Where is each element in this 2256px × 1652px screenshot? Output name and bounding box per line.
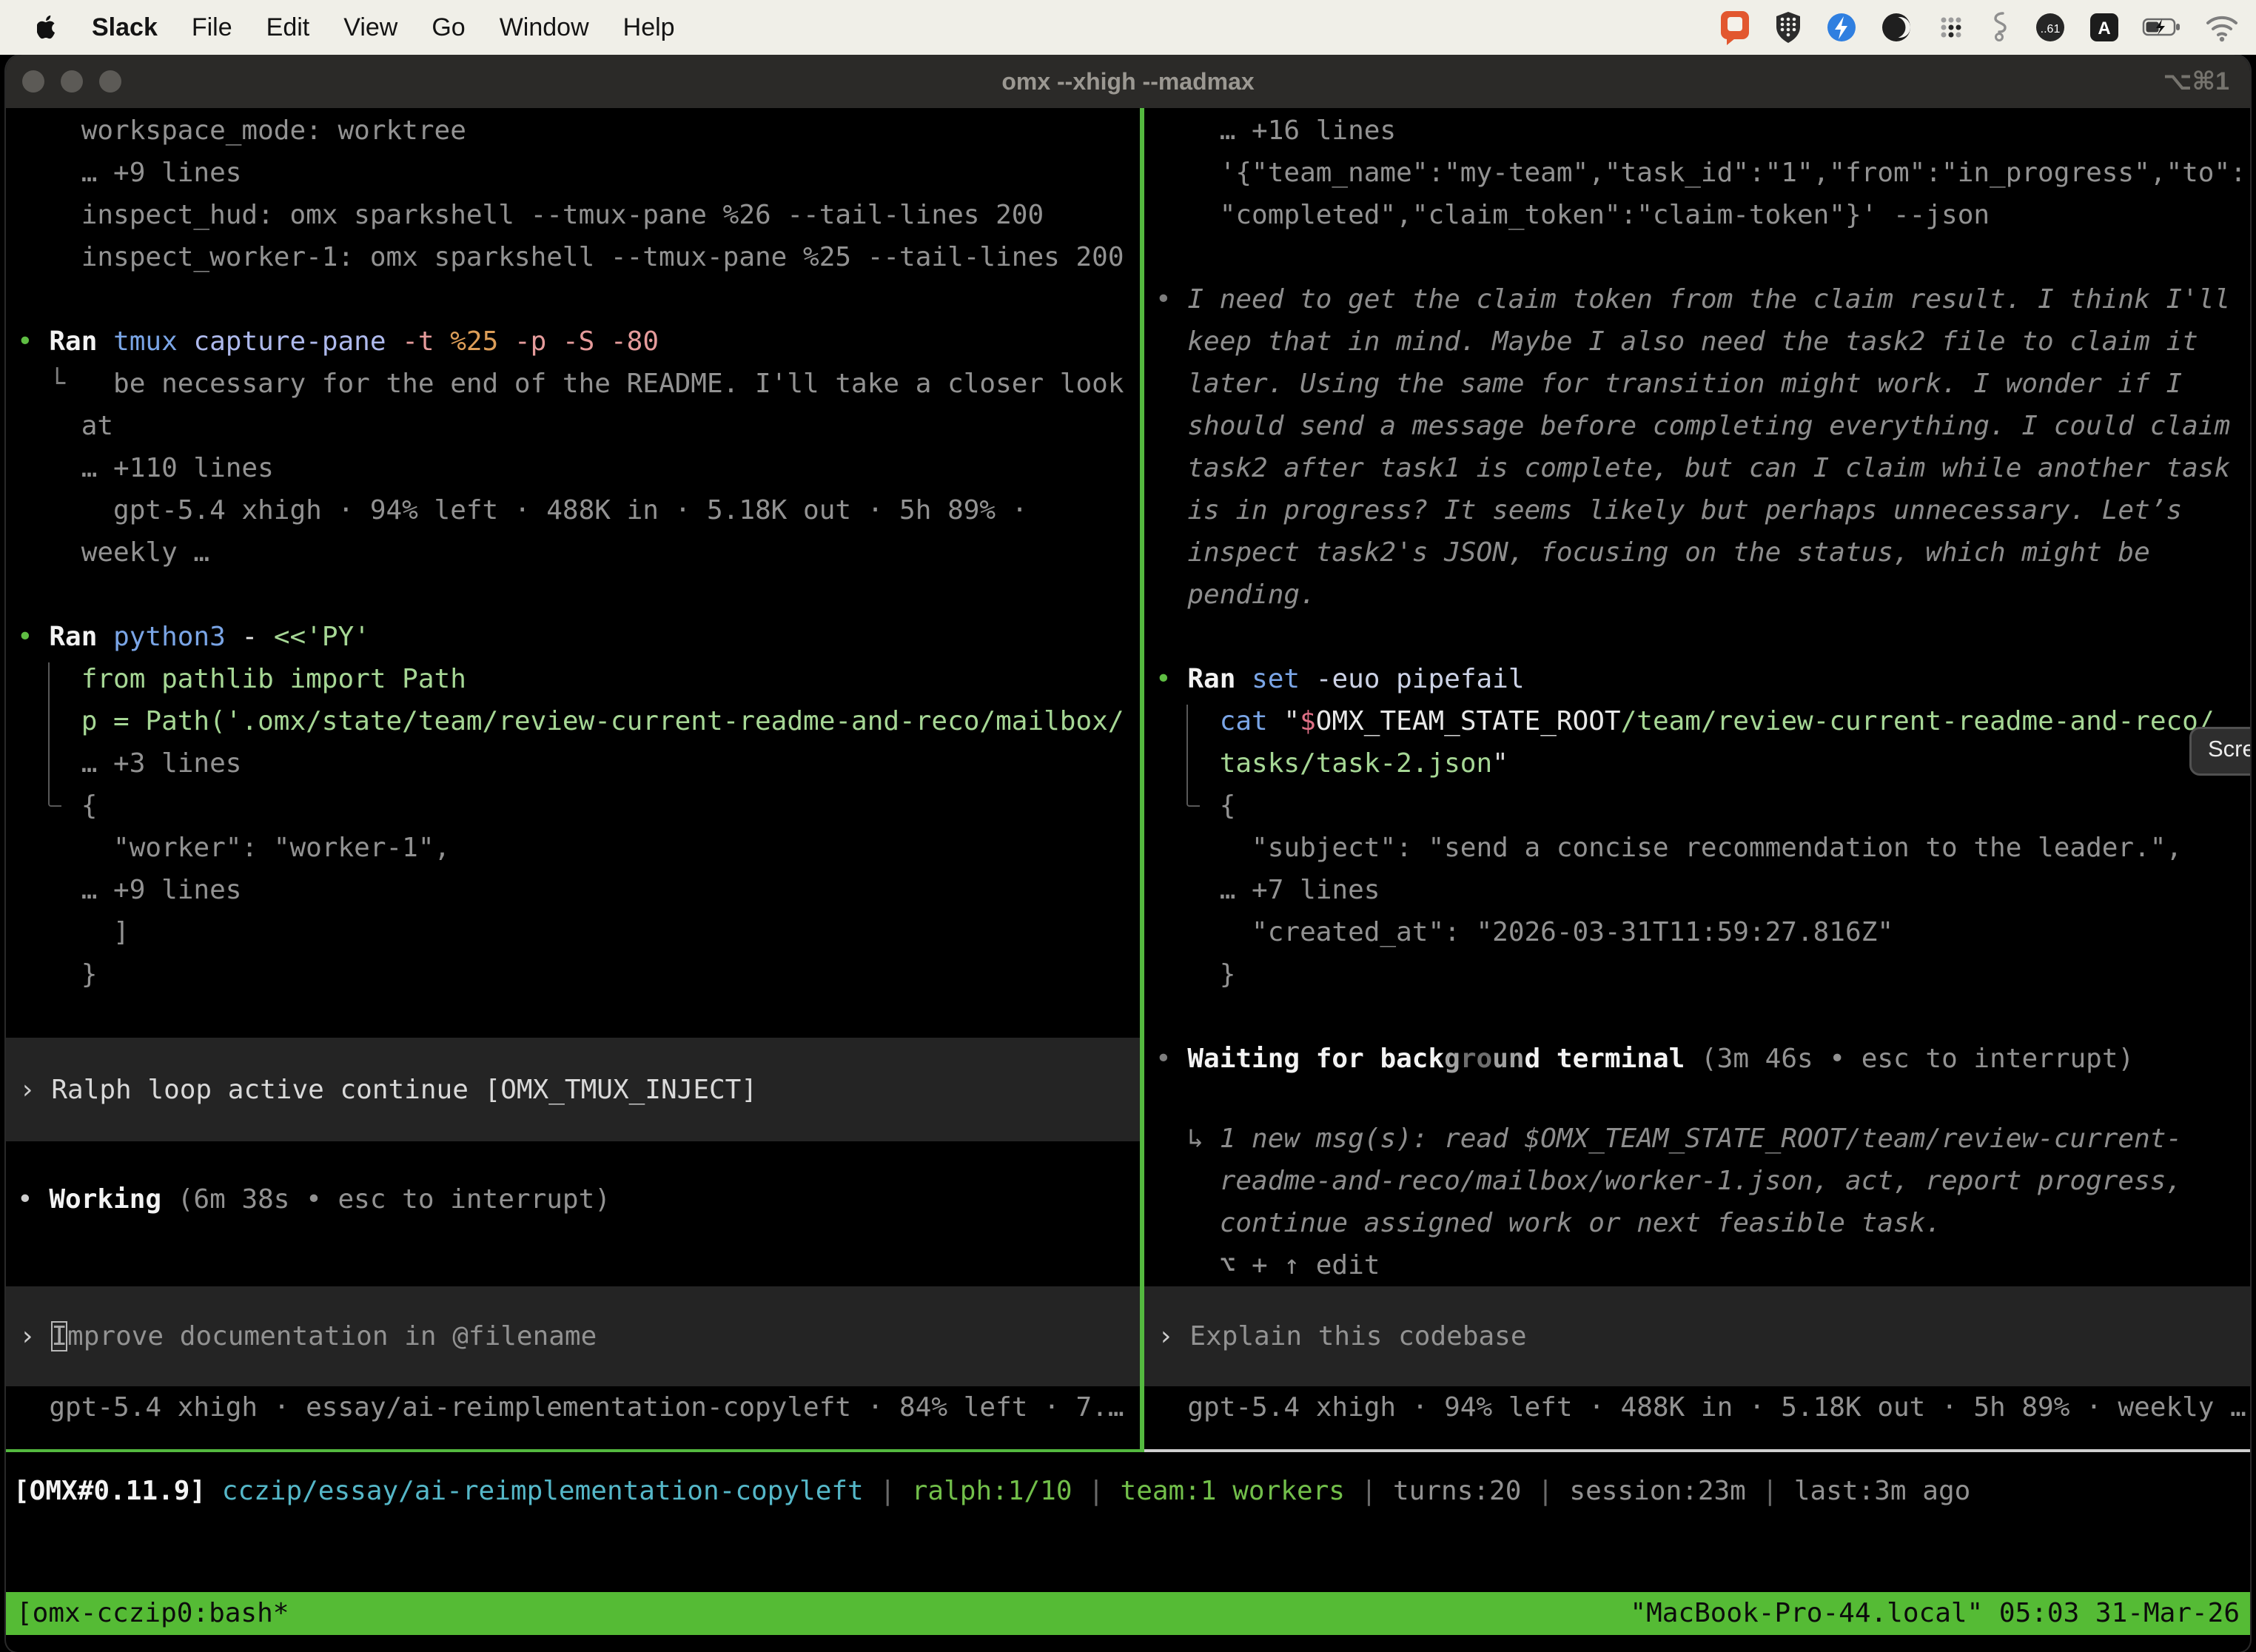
terminal-line: { (1144, 785, 2250, 827)
menu-window[interactable]: Window (500, 13, 589, 42)
terminal-line: should send a message before completing … (1144, 405, 2250, 447)
terminal-line: … +9 lines (6, 869, 1140, 911)
spacer (6, 1141, 1140, 1178)
terminal-line: inspect task2's JSON, focusing on the st… (1144, 531, 2250, 574)
terminal-line: … +16 lines (1144, 110, 2250, 152)
terminal-line (6, 278, 1140, 320)
prompt-suggestion[interactable]: › Explain this codebase (1144, 1286, 2250, 1386)
terminal-line: • Ran tmux capture-pane -t %25 -p -S -80 (6, 320, 1140, 363)
menu-go[interactable]: Go (432, 13, 465, 42)
battery-icon[interactable] (2142, 11, 2182, 44)
terminal-line: p = Path('.omx/state/team/review-current… (6, 700, 1140, 742)
terminal-line: gpt-5.4 xhigh · 94% left · 488K in · 5.1… (1144, 1386, 2250, 1428)
omx-status-line: [OMX#0.11.9] cczip/essay/ai-reimplementa… (13, 1470, 1970, 1512)
menu-view[interactable]: View (343, 13, 397, 42)
terminal-line: • Ran python3 - <<'PY' (6, 616, 1140, 658)
tmux-host-clock: "MacBook-Pro-44.local" 05:03 31-Mar-26 (1630, 1592, 2240, 1635)
terminal-line: gpt-5.4 xhigh · essay/ai-reimplementatio… (6, 1386, 1140, 1428)
terminal-line: inspect_hud: omx sparkshell --tmux-pane … (6, 194, 1140, 236)
menu-bar-status-icons: ..61 A (1719, 9, 2256, 46)
output-connector-line (1186, 705, 1200, 807)
terminal-line: is in progress? It seems likely but perh… (1144, 489, 2250, 531)
terminal-line: } (1144, 953, 2250, 995)
terminal-line: from pathlib import Path (6, 658, 1140, 700)
menu-slack[interactable]: Slack (92, 13, 158, 42)
terminal-line (1144, 995, 2250, 1038)
terminal-line: … +110 lines (6, 447, 1140, 489)
terminal-line: weekly … (6, 531, 1140, 574)
terminal-line: ] (6, 911, 1140, 953)
moon-circle-icon[interactable] (1880, 11, 1913, 44)
keypad-shield-icon[interactable] (1773, 10, 1803, 44)
terminal-line: ⌥ + ↑ edit (1144, 1244, 2250, 1286)
terminal-line: inspect_worker-1: omx sparkshell --tmux-… (6, 236, 1140, 278)
input-source-icon[interactable]: A (2089, 12, 2120, 43)
terminal-line: '{"team_name":"my-team","task_id":"1","f… (1144, 152, 2250, 194)
terminal-line: "subject": "send a concise recommendatio… (1144, 827, 2250, 869)
terminal-line: "worker": "worker-1", (6, 827, 1140, 869)
dots-grid-icon[interactable] (1935, 11, 1967, 44)
window-shortcut-badge: ⌥⌘1 (2163, 55, 2229, 108)
bolt-circle-icon[interactable] (1825, 11, 1858, 44)
terminal-line: • Ran set -euo pipefail (1144, 658, 2250, 700)
window-titlebar[interactable]: omx --xhigh --madmax ⌥⌘1 (6, 55, 2250, 108)
terminal-line: readme-and-reco/mailbox/worker-1.json, a… (1144, 1160, 2250, 1202)
wifi-icon[interactable] (2204, 12, 2240, 43)
terminal-line: task2 after task1 is complete, but can I… (1144, 447, 2250, 489)
badge-61-icon[interactable]: ..61 (2034, 11, 2067, 44)
screen-capture-button[interactable]: Scre (2189, 727, 2250, 776)
chat-icon[interactable] (1719, 9, 1751, 46)
tmux-session-label: [omx-cczip0:bash* (16, 1592, 289, 1635)
squiggle-icon[interactable] (1990, 10, 2012, 44)
terminal-line: … +3 lines (6, 742, 1140, 785)
prompt-input[interactable]: › Improve documentation in @filename (6, 1286, 1140, 1386)
terminal-line: at (6, 405, 1140, 447)
terminal-line: workspace_mode: worktree (6, 110, 1140, 152)
menu-help[interactable]: Help (623, 13, 675, 42)
terminal-line: keep that in mind. Maybe I also need the… (1144, 320, 2250, 363)
apple-menu-icon[interactable] (37, 15, 58, 40)
terminal-window: omx --xhigh --madmax ⌥⌘1 workspace_mode:… (6, 55, 2250, 1652)
output-connector-line (48, 662, 61, 807)
terminal-line: "completed","claim_token":"claim-token"}… (1144, 194, 2250, 236)
terminal-line: later. Using the same for transition mig… (1144, 363, 2250, 405)
terminal-line: … +7 lines (1144, 869, 2250, 911)
menu-edit[interactable]: Edit (266, 13, 310, 42)
terminal-line: • Working (6m 38s • esc to interrupt) (6, 1178, 1140, 1220)
terminal-line: ↳ 1 new msg(s): read $OMX_TEAM_STATE_ROO… (1144, 1118, 2250, 1160)
tmux-status-bar: [omx-cczip0:bash* "MacBook-Pro-44.local"… (6, 1592, 2250, 1635)
spacer (1144, 1080, 2250, 1118)
svg-text:A: A (2098, 19, 2110, 38)
terminal-line (6, 574, 1140, 616)
terminal-line (6, 995, 1140, 1038)
terminal-line: gpt-5.4 xhigh · 94% left · 488K in · 5.1… (6, 489, 1140, 531)
terminal-line: • I need to get the claim token from the… (1144, 278, 2250, 320)
svg-text:..61: ..61 (2041, 23, 2061, 36)
terminal-line (1144, 616, 2250, 658)
window-title: omx --xhigh --madmax (6, 55, 2250, 108)
menu-bar: Slack File Edit View Go Window Help ..61 A (0, 0, 2256, 55)
terminal-line (1144, 236, 2250, 278)
tmux-pane-left[interactable]: workspace_mode: worktree … +9 lines insp… (6, 108, 1140, 1452)
spacer (6, 1220, 1140, 1286)
ralph-loop-banner: › Ralph loop active continue [OMX_TMUX_I… (6, 1038, 1140, 1141)
terminal-line: … +9 lines (6, 152, 1140, 194)
terminal-line: continue assigned work or next feasible … (1144, 1202, 2250, 1244)
app-menus: Slack File Edit View Go Window Help (0, 13, 675, 42)
terminal-line: tasks/task-2.json" (1144, 742, 2250, 785)
terminal-line: └ be necessary for the end of the README… (6, 363, 1140, 405)
terminal-line: cat "$OMX_TEAM_STATE_ROOT/team/review-cu… (1144, 700, 2250, 742)
terminal-line: "created_at": "2026-03-31T11:59:27.816Z" (1144, 911, 2250, 953)
terminal-line: pending. (1144, 574, 2250, 616)
tmux-pane-right[interactable]: … +16 lines '{"team_name":"my-team","tas… (1144, 108, 2250, 1452)
terminal-line: • Waiting for background terminal (3m 46… (1144, 1038, 2250, 1080)
terminal-line: } (6, 953, 1140, 995)
menu-file[interactable]: File (192, 13, 232, 42)
terminal-line: { (6, 785, 1140, 827)
